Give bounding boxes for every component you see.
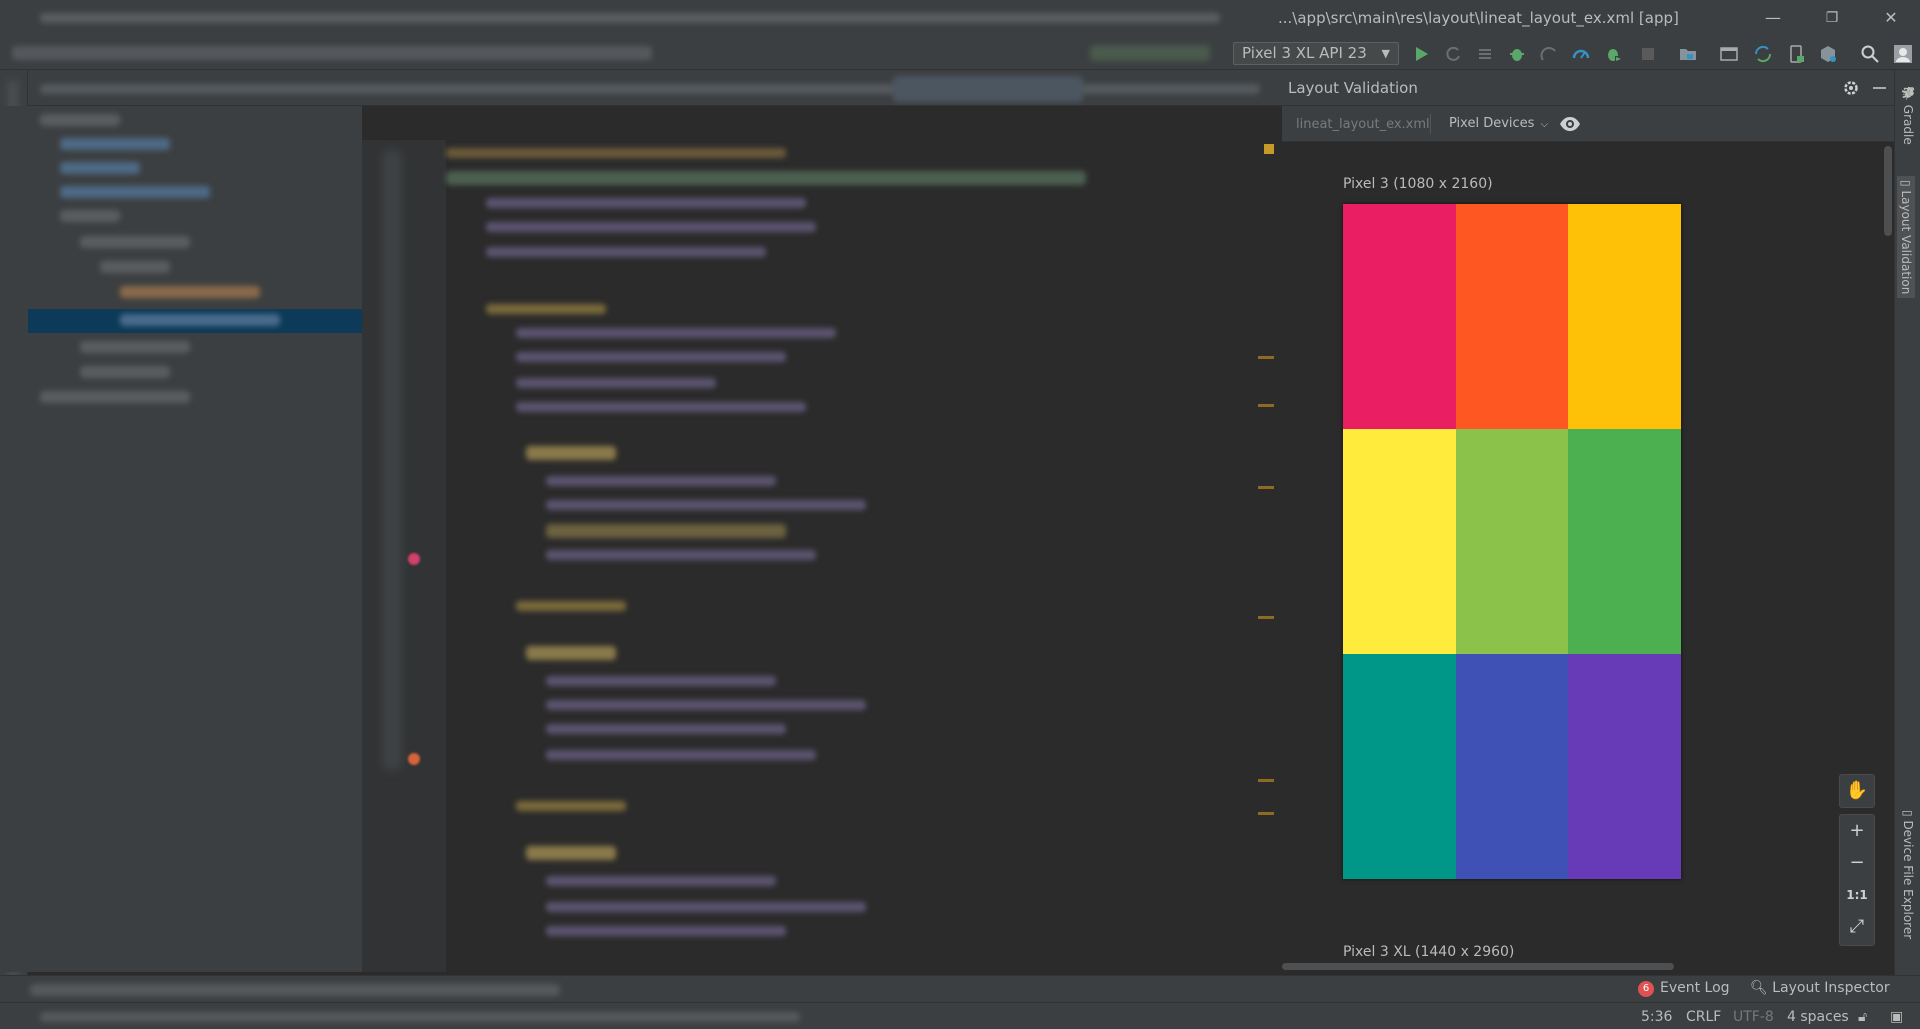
toolbar-blurred-left — [12, 46, 652, 60]
layout-inspector-tab[interactable]: 🔍︎ Layout Inspector — [1750, 980, 1890, 996]
project-tree-blurred — [0, 106, 362, 972]
preview-color-cell — [1455, 654, 1569, 879]
device-filter-dropdown[interactable]: Pixel Devices ⌵ — [1449, 116, 1548, 131]
device-selector-label: Pixel 3 XL API 23 — [1242, 44, 1367, 62]
line-gutter-blurred — [362, 140, 446, 972]
lock-icon[interactable]: 🔓︎ — [1858, 1009, 1867, 1025]
gear-icon[interactable] — [1841, 78, 1861, 98]
project-structure-icon[interactable] — [1678, 44, 1698, 64]
code-editor-blurred — [446, 106, 1282, 972]
main-toolbar: Pixel 3 XL API 23 ▼ — [0, 36, 1920, 70]
window-title: ...\app\src\main\res\layout\lineat_layou… — [1278, 9, 1679, 27]
file-name-label: lineat_layout_ex.xml — [1296, 117, 1430, 132]
gradle-icon: 🐘 — [1901, 86, 1915, 101]
account-avatar-icon[interactable] — [1893, 44, 1913, 64]
layout-validation-header: Layout Validation — [1282, 70, 1894, 106]
sync-gradle-icon[interactable] — [1753, 44, 1773, 64]
preview-color-cell — [1568, 429, 1681, 654]
run-icon[interactable] — [1411, 44, 1431, 64]
preview-horizontal-scrollbar[interactable] — [1282, 960, 1882, 972]
device-preview-label: Pixel 3 XL (1440 x 2960) — [1343, 944, 1515, 960]
event-log-label: Event Log — [1660, 980, 1730, 996]
status-bar: 5:36 CRLF UTF-8 4 spaces 🔓︎ ▣ — [0, 1002, 1920, 1029]
device-selector[interactable]: Pixel 3 XL API 23 ▼ — [1233, 42, 1399, 65]
layout-validation-toolbar: lineat_layout_ex.xml Pixel Devices ⌵ — [1282, 106, 1894, 142]
device-file-explorer-tab[interactable]: ▯ Device File Explorer — [1901, 810, 1915, 939]
preview-color-cell — [1568, 654, 1681, 879]
stop-icon[interactable] — [1638, 44, 1658, 64]
indent-setting[interactable]: 4 spaces — [1787, 1009, 1849, 1025]
zoom-out-button[interactable]: − — [1840, 847, 1874, 879]
menu-bar-blurred — [40, 13, 1240, 23]
layout-validation-tab[interactable]: ▯ Layout Validation — [1897, 176, 1915, 299]
close-button[interactable]: ✕ — [1881, 8, 1901, 28]
preview-color-cell — [1343, 429, 1456, 654]
layout-inspector-label: Layout Inspector — [1772, 980, 1890, 996]
magnifier-icon: 🔍︎ — [1750, 980, 1768, 996]
preview-color-cell — [1343, 204, 1456, 429]
bottom-tool-bar: 6 Event Log 🔍︎ Layout Inspector — [0, 975, 1920, 1002]
device-icon: ▯ — [1901, 810, 1915, 817]
chevron-down-icon: ▼ — [1381, 47, 1390, 60]
device-explorer-icon[interactable] — [1818, 44, 1838, 64]
caret-position[interactable]: 5:36 — [1641, 1009, 1672, 1025]
scrollbar-thumb[interactable] — [1282, 963, 1674, 970]
memory-indicator-icon[interactable]: ▣ — [1890, 1009, 1903, 1025]
device-filter-label: Pixel Devices — [1449, 116, 1535, 131]
restore-button[interactable]: ❐ — [1822, 8, 1842, 28]
title-bar: ...\app\src\main\res\layout\lineat_layou… — [0, 0, 1920, 36]
preview-color-cell — [1455, 204, 1569, 429]
right-tool-stripe: 🐘 Gradle ▯ Layout Validation ▯ Device Fi… — [1894, 70, 1920, 975]
device-preview-label: Pixel 3 (1080 x 2160) — [1343, 176, 1493, 192]
profile-icon[interactable] — [1571, 44, 1591, 64]
zoom-in-button[interactable]: + — [1840, 815, 1874, 847]
minimize-button[interactable]: — — [1763, 8, 1783, 28]
toolbar-blurred-mid — [1090, 45, 1210, 61]
preview-vertical-scrollbar[interactable] — [1882, 142, 1894, 962]
inspection-marker — [1264, 144, 1274, 154]
gradle-tab[interactable]: 🐘 Gradle — [1901, 86, 1915, 145]
layout-preview-canvas[interactable]: Pixel 3 (1080 x 2160) Pixel 3 XL (1440 x… — [1282, 142, 1882, 962]
device-preview-pixel-3[interactable] — [1343, 204, 1681, 879]
layout-validation-title: Layout Validation — [1288, 79, 1418, 97]
editor-tabs-blurred — [0, 70, 1282, 106]
line-separator[interactable]: CRLF — [1686, 1009, 1721, 1025]
rerun-icon[interactable] — [1443, 44, 1463, 64]
eye-icon[interactable] — [1559, 114, 1581, 134]
preview-color-cell — [1455, 429, 1569, 654]
attach-debugger-icon[interactable] — [1539, 44, 1559, 64]
event-log-tab[interactable]: 6 Event Log — [1638, 980, 1730, 997]
actual-size-button[interactable]: 1:1 — [1840, 879, 1874, 911]
preview-color-cell — [1343, 654, 1456, 879]
zoom-to-fit-icon[interactable]: ⤢ — [1840, 911, 1874, 943]
event-count-badge: 6 — [1638, 981, 1654, 997]
avd-manager-icon[interactable] — [1786, 44, 1806, 64]
pan-tool[interactable]: ✋ — [1839, 774, 1875, 808]
toolbar-divider — [1430, 114, 1431, 134]
sdk-manager-icon[interactable] — [1719, 44, 1739, 64]
attach-process-icon[interactable] — [1603, 44, 1623, 64]
scrollbar-thumb[interactable] — [1884, 146, 1892, 236]
phone-icon: ▯ — [1899, 180, 1913, 187]
chevron-down-icon: ⌵ — [1540, 119, 1549, 130]
apply-changes-icon[interactable] — [1475, 44, 1495, 64]
preview-color-cell — [1568, 204, 1681, 429]
debug-icon[interactable] — [1507, 44, 1527, 64]
hand-icon[interactable]: ✋ — [1840, 775, 1874, 807]
hide-panel-button[interactable] — [1873, 87, 1886, 89]
zoom-controls: + − 1:1 ⤢ — [1839, 814, 1875, 946]
file-encoding[interactable]: UTF-8 — [1733, 1009, 1774, 1025]
search-icon[interactable] — [1860, 44, 1880, 64]
